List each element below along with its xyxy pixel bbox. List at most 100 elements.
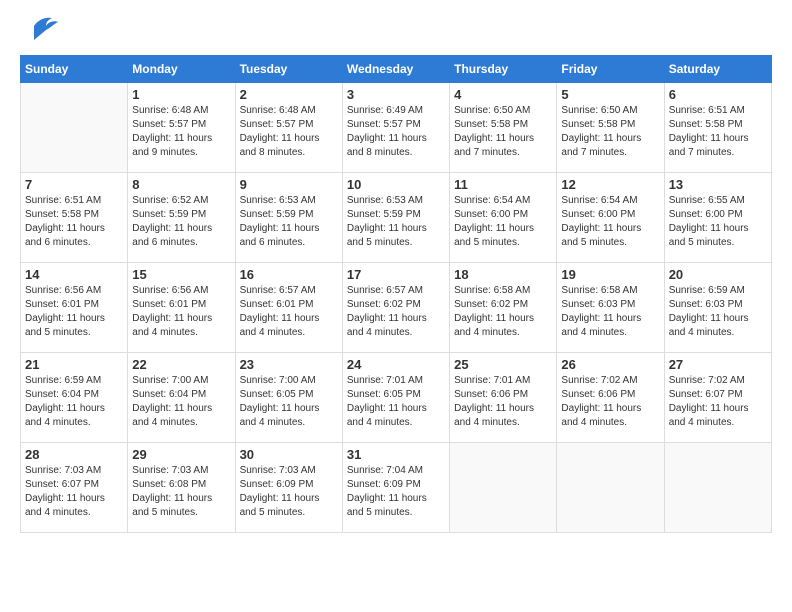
day-number: 19 (561, 267, 659, 282)
day-number: 11 (454, 177, 552, 192)
day-number: 24 (347, 357, 445, 372)
calendar-cell: 9 Sunrise: 6:53 AM Sunset: 5:59 PM Daylig… (235, 173, 342, 263)
calendar-cell: 16 Sunrise: 6:57 AM Sunset: 6:01 PM Dayli… (235, 263, 342, 353)
day-number: 9 (240, 177, 338, 192)
calendar-cell: 17Sunrise: 6:57 AM Sunset: 6:02 PM Dayli… (342, 263, 449, 353)
calendar-cell: 19 Sunrise: 6:58 AM Sunset: 6:03 PM Dayli… (557, 263, 664, 353)
day-info: Sunrise: 6:53 AM Sunset: 5:59 PM Dayligh… (240, 194, 338, 250)
logo (20, 20, 58, 45)
calendar-cell (450, 443, 557, 533)
calendar-cell: 4 Sunrise: 6:50 AM Sunset: 5:58 PM Daylig… (450, 83, 557, 173)
day-number: 16 (240, 267, 338, 282)
day-number: 8 (132, 177, 230, 192)
day-info: Sunrise: 7:00 AM Sunset: 6:04 PM Dayligh… (132, 374, 230, 430)
day-info: Sunrise: 7:01 AM Sunset: 6:05 PM Dayligh… (347, 374, 445, 430)
day-number: 23 (240, 357, 338, 372)
day-number: 27 (669, 357, 767, 372)
day-number: 7 (25, 177, 123, 192)
day-number: 26 (561, 357, 659, 372)
day-info: Sunrise: 6:54 AM Sunset: 6:00 PM Dayligh… (561, 194, 659, 250)
calendar-header-tuesday: Tuesday (235, 56, 342, 83)
day-number: 20 (669, 267, 767, 282)
calendar-cell: 23 Sunrise: 7:00 AM Sunset: 6:05 PM Dayli… (235, 353, 342, 443)
calendar-header-thursday: Thursday (450, 56, 557, 83)
day-info: Sunrise: 6:53 AM Sunset: 5:59 PM Dayligh… (347, 194, 445, 250)
day-info: Sunrise: 6:58 AM Sunset: 6:02 PM Dayligh… (454, 284, 552, 340)
day-info: Sunrise: 7:00 AM Sunset: 6:05 PM Dayligh… (240, 374, 338, 430)
calendar-cell: 2 Sunrise: 6:48 AM Sunset: 5:57 PM Daylig… (235, 83, 342, 173)
calendar-week-row: 28 Sunrise: 7:03 AM Sunset: 6:07 PM Dayli… (21, 443, 772, 533)
day-number: 1 (132, 87, 230, 102)
day-info: Sunrise: 6:58 AM Sunset: 6:03 PM Dayligh… (561, 284, 659, 340)
day-info: Sunrise: 6:49 AM Sunset: 5:57 PM Dayligh… (347, 104, 445, 160)
day-info: Sunrise: 6:51 AM Sunset: 5:58 PM Dayligh… (669, 104, 767, 160)
day-number: 3 (347, 87, 445, 102)
day-info: Sunrise: 6:48 AM Sunset: 5:57 PM Dayligh… (240, 104, 338, 160)
day-info: Sunrise: 6:54 AM Sunset: 6:00 PM Dayligh… (454, 194, 552, 250)
calendar-cell: 22 Sunrise: 7:00 AM Sunset: 6:04 PM Dayli… (128, 353, 235, 443)
day-info: Sunrise: 6:50 AM Sunset: 5:58 PM Dayligh… (561, 104, 659, 160)
day-info: Sunrise: 6:55 AM Sunset: 6:00 PM Dayligh… (669, 194, 767, 250)
calendar-cell: 21 Sunrise: 6:59 AM Sunset: 6:04 PM Dayli… (21, 353, 128, 443)
day-info: Sunrise: 7:03 AM Sunset: 6:08 PM Dayligh… (132, 464, 230, 520)
day-info: Sunrise: 7:02 AM Sunset: 6:07 PM Dayligh… (669, 374, 767, 430)
day-info: Sunrise: 6:51 AM Sunset: 5:58 PM Dayligh… (25, 194, 123, 250)
calendar-cell: 1 Sunrise: 6:48 AM Sunset: 5:57 PM Daylig… (128, 83, 235, 173)
page-header (20, 20, 772, 45)
day-number: 25 (454, 357, 552, 372)
day-number: 22 (132, 357, 230, 372)
calendar-cell: 6Sunrise: 6:51 AM Sunset: 5:58 PM Daylig… (664, 83, 771, 173)
day-info: Sunrise: 6:57 AM Sunset: 6:01 PM Dayligh… (240, 284, 338, 340)
calendar-cell: 10 Sunrise: 6:53 AM Sunset: 5:59 PM Dayli… (342, 173, 449, 263)
day-number: 5 (561, 87, 659, 102)
day-info: Sunrise: 6:59 AM Sunset: 6:03 PM Dayligh… (669, 284, 767, 340)
calendar-week-row: 7 Sunrise: 6:51 AM Sunset: 5:58 PM Daylig… (21, 173, 772, 263)
calendar-cell: 28 Sunrise: 7:03 AM Sunset: 6:07 PM Dayli… (21, 443, 128, 533)
calendar-cell: 12 Sunrise: 6:54 AM Sunset: 6:00 PM Dayli… (557, 173, 664, 263)
day-number: 14 (25, 267, 123, 282)
day-number: 10 (347, 177, 445, 192)
day-info: Sunrise: 6:52 AM Sunset: 5:59 PM Dayligh… (132, 194, 230, 250)
day-info: Sunrise: 6:50 AM Sunset: 5:58 PM Dayligh… (454, 104, 552, 160)
day-info: Sunrise: 6:56 AM Sunset: 6:01 PM Dayligh… (132, 284, 230, 340)
day-info: Sunrise: 6:56 AM Sunset: 6:01 PM Dayligh… (25, 284, 123, 340)
day-number: 4 (454, 87, 552, 102)
calendar-cell: 11 Sunrise: 6:54 AM Sunset: 6:00 PM Dayli… (450, 173, 557, 263)
calendar-cell (664, 443, 771, 533)
day-number: 2 (240, 87, 338, 102)
calendar-cell: 29Sunrise: 7:03 AM Sunset: 6:08 PM Dayli… (128, 443, 235, 533)
calendar-header-sunday: Sunday (21, 56, 128, 83)
calendar-cell: 27 Sunrise: 7:02 AM Sunset: 6:07 PM Dayli… (664, 353, 771, 443)
day-number: 12 (561, 177, 659, 192)
calendar-cell: 24 Sunrise: 7:01 AM Sunset: 6:05 PM Dayli… (342, 353, 449, 443)
day-info: Sunrise: 7:02 AM Sunset: 6:06 PM Dayligh… (561, 374, 659, 430)
calendar-header-saturday: Saturday (664, 56, 771, 83)
calendar-cell: 26 Sunrise: 7:02 AM Sunset: 6:06 PM Dayli… (557, 353, 664, 443)
calendar-header-monday: Monday (128, 56, 235, 83)
calendar-header-friday: Friday (557, 56, 664, 83)
calendar-header-wednesday: Wednesday (342, 56, 449, 83)
day-number: 15 (132, 267, 230, 282)
calendar-cell: 15 Sunrise: 6:56 AM Sunset: 6:01 PM Dayli… (128, 263, 235, 353)
day-number: 21 (25, 357, 123, 372)
day-number: 28 (25, 447, 123, 462)
day-info: Sunrise: 7:01 AM Sunset: 6:06 PM Dayligh… (454, 374, 552, 430)
day-info: Sunrise: 6:48 AM Sunset: 5:57 PM Dayligh… (132, 104, 230, 160)
day-info: Sunrise: 7:03 AM Sunset: 6:07 PM Dayligh… (25, 464, 123, 520)
calendar-cell: 20 Sunrise: 6:59 AM Sunset: 6:03 PM Dayli… (664, 263, 771, 353)
calendar-week-row: 1 Sunrise: 6:48 AM Sunset: 5:57 PM Daylig… (21, 83, 772, 173)
calendar-cell: 31Sunrise: 7:04 AM Sunset: 6:09 PM Dayli… (342, 443, 449, 533)
calendar-cell: 25 Sunrise: 7:01 AM Sunset: 6:06 PM Dayli… (450, 353, 557, 443)
day-number: 18 (454, 267, 552, 282)
day-number: 31 (347, 447, 445, 462)
calendar-cell: 14 Sunrise: 6:56 AM Sunset: 6:01 PM Dayli… (21, 263, 128, 353)
day-info: Sunrise: 6:59 AM Sunset: 6:04 PM Dayligh… (25, 374, 123, 430)
calendar-cell (557, 443, 664, 533)
day-number: 17 (347, 267, 445, 282)
calendar-week-row: 14 Sunrise: 6:56 AM Sunset: 6:01 PM Dayli… (21, 263, 772, 353)
calendar-cell: 8 Sunrise: 6:52 AM Sunset: 5:59 PM Daylig… (128, 173, 235, 263)
calendar-cell: 13Sunrise: 6:55 AM Sunset: 6:00 PM Dayli… (664, 173, 771, 263)
calendar-cell: 18 Sunrise: 6:58 AM Sunset: 6:02 PM Dayli… (450, 263, 557, 353)
calendar-cell (21, 83, 128, 173)
day-info: Sunrise: 7:03 AM Sunset: 6:09 PM Dayligh… (240, 464, 338, 520)
